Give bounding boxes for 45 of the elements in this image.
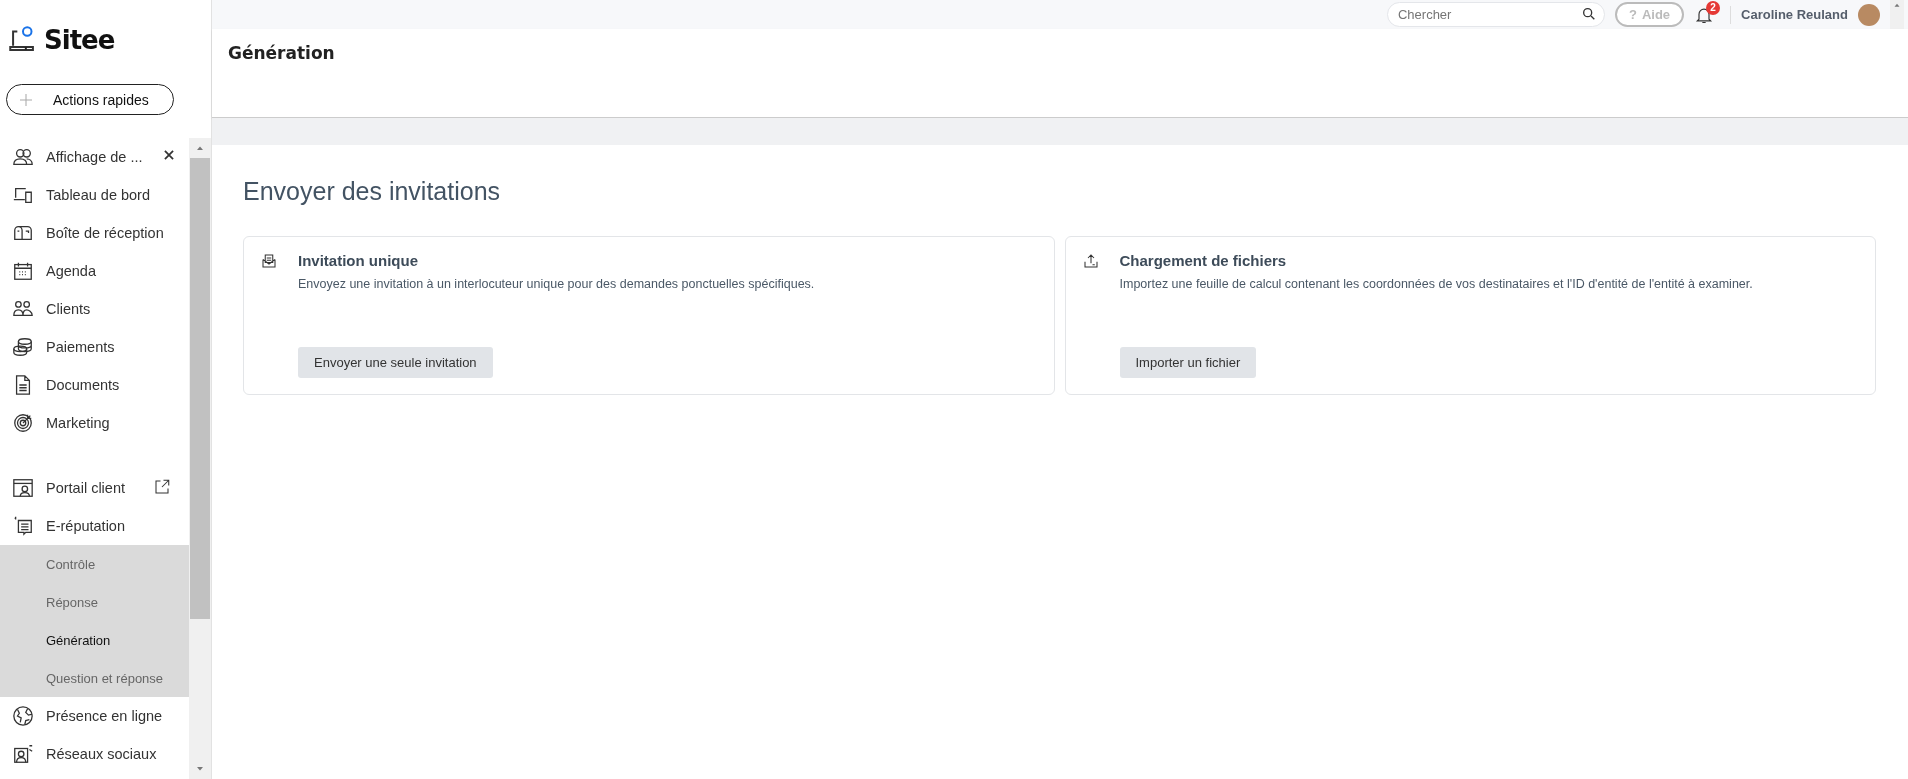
nav-item[interactable]: Réseaux sociaux (0, 735, 189, 773)
nav-item[interactable]: Présence en ligne (0, 697, 189, 735)
card-description: Importez une feuille de calcul contenant les coordonnées de vos destinataires et l'ID d'entité de l'entité à examiner. (1119, 277, 1753, 291)
search-icon (1580, 6, 1597, 22)
card-title: Chargement de fichiers (1119, 252, 1288, 269)
card-action-button[interactable]: Importer un fichier (1119, 347, 1257, 378)
scrollbar[interactable] (1890, 0, 1904, 29)
submenu-item[interactable]: Génération (0, 621, 189, 659)
notification-badge: 2 (1706, 0, 1721, 15)
submenu-item[interactable]: Réponse (0, 583, 189, 621)
card-description: Envoyez une invitation à un interlocuteur unique pour des demandes ponctuelles spécifiques. (298, 277, 815, 291)
globe-icon (12, 705, 34, 727)
card-title: Invitation unique (298, 252, 419, 269)
upload-tray-icon (1081, 252, 1100, 270)
user-name[interactable]: Caroline Reuland (1741, 7, 1848, 22)
avatar[interactable] (1858, 3, 1880, 26)
star-list-icon (12, 515, 34, 537)
quick-actions-button[interactable]: Actions rapides (6, 84, 174, 115)
nav-item[interactable]: Marketing (0, 404, 189, 442)
nav-item[interactable]: E-réputation (0, 507, 189, 545)
nav-item[interactable]: Clients (0, 290, 189, 328)
profile-share-icon (12, 743, 34, 765)
coins-stack-icon (12, 336, 34, 358)
browser-user-icon (12, 477, 34, 499)
section-title: Envoyer des invitations (243, 177, 502, 206)
nav-item[interactable]: Documents (0, 366, 189, 404)
search-field[interactable]: Chercher (1386, 2, 1605, 27)
close-icon (162, 148, 177, 162)
nav-item[interactable]: Agenda (0, 252, 189, 290)
nav-item[interactable]: Tableau de bord (0, 176, 189, 214)
people-icon (12, 146, 34, 168)
envelope-letter-icon (260, 252, 278, 270)
nav-item[interactable]: Boîte de réception (0, 214, 189, 252)
target-icon (12, 412, 34, 434)
scrollbar[interactable] (189, 138, 211, 779)
nav-item[interactable]: Paiements (0, 328, 189, 366)
nav-item[interactable]: Portail client (0, 469, 189, 507)
external-link-icon (153, 477, 171, 496)
submenu-item[interactable]: Question et réponse (0, 659, 189, 697)
submenu-item[interactable]: Contrôle (0, 545, 189, 583)
logo-text: Sitee (44, 25, 115, 55)
page-header-title: Génération (228, 43, 336, 63)
nav-item[interactable]: Affichage de ... (0, 138, 189, 176)
calendar-icon (12, 260, 34, 282)
card-action-button[interactable]: Envoyer une seule invitation (298, 347, 493, 378)
